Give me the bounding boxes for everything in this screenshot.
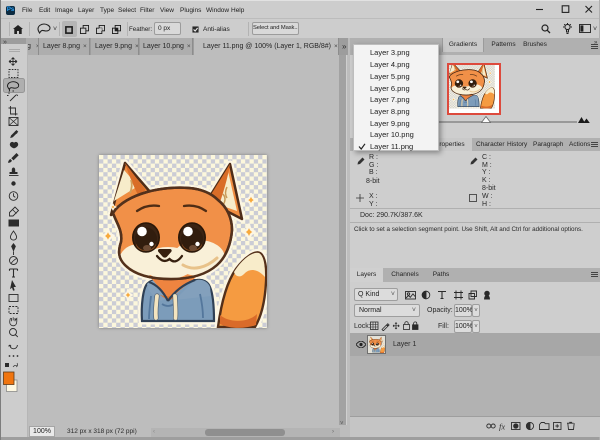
svg-text:fx: fx xyxy=(499,422,505,432)
